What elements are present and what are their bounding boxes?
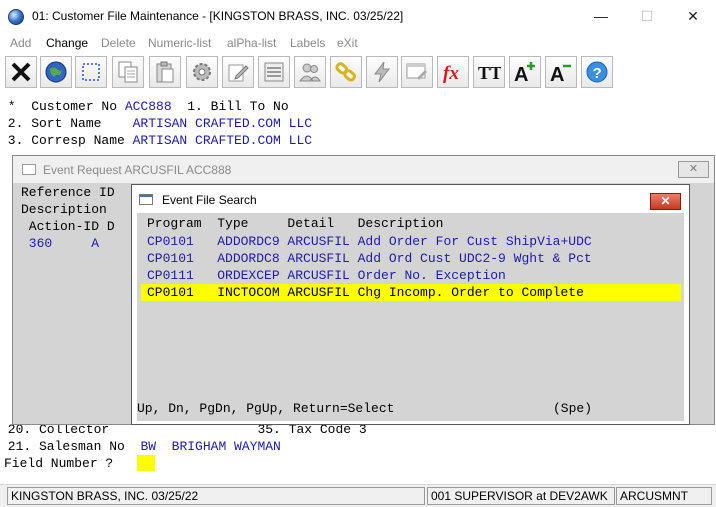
- link-button[interactable]: [330, 56, 362, 88]
- event-file-search-dialog: Event File Search ✕ Program Type Detail …: [131, 184, 690, 425]
- title-bar: 01: Customer File Maintenance - [KINGSTO…: [0, 0, 716, 33]
- users-button[interactable]: [294, 56, 326, 88]
- search-result-row[interactable]: CP0101 ADDORDC9 ARCUSFIL Add Order For C…: [141, 233, 681, 250]
- font-size-button[interactable]: TT: [473, 56, 505, 88]
- help-icon: ?: [586, 61, 608, 83]
- list-button[interactable]: [258, 56, 290, 88]
- window-title: 01: Customer File Maintenance - [KINGSTO…: [32, 9, 404, 23]
- reference-id-label: Reference ID: [21, 185, 115, 200]
- copy-button[interactable]: [112, 56, 144, 88]
- close-x-icon: [11, 62, 31, 82]
- minimize-button[interactable]: —: [578, 0, 624, 33]
- settings-button[interactable]: [186, 56, 218, 88]
- action-id-value: 360: [21, 236, 53, 251]
- event-request-close-button[interactable]: ✕: [678, 161, 709, 178]
- edit-button[interactable]: [222, 56, 254, 88]
- event-file-search-title: Event File Search: [162, 193, 257, 207]
- event-file-search-body: Program Type Detail Description CP0101 A…: [137, 213, 684, 421]
- select-rect-button[interactable]: [75, 56, 107, 88]
- globe-button[interactable]: [40, 56, 72, 88]
- menu-change[interactable]: Change: [46, 36, 88, 50]
- action-id-header: Action-ID D: [21, 219, 115, 234]
- close-window-button[interactable]: ✕: [670, 0, 716, 33]
- window-edit-button[interactable]: [401, 56, 433, 88]
- font-decrease-button[interactable]: A: [545, 56, 577, 88]
- event-file-search-titlebar: Event File Search ✕: [132, 185, 689, 213]
- action-id-row: 360 A: [21, 236, 99, 252]
- toolbar: fx TT A A ?: [0, 54, 716, 92]
- window-icon: [139, 194, 153, 205]
- close-x-button[interactable]: [5, 56, 37, 88]
- globe-icon: [45, 61, 67, 83]
- paste-button[interactable]: [149, 56, 181, 88]
- search-result-row-selected[interactable]: CP0101 INCTOCOM ARCUSFIL Chg Incomp. Ord…: [141, 284, 681, 301]
- bill-to-label: 1. Bill To No: [171, 99, 289, 114]
- event-request-titlebar: Event Request ARCUSFIL ACC888 ✕: [13, 156, 714, 183]
- menu-labels[interactable]: Labels: [290, 36, 325, 50]
- font-increase-button[interactable]: A: [509, 56, 541, 88]
- event-file-search-close-button[interactable]: ✕: [650, 193, 681, 210]
- sort-name-value: ARTISAN CRAFTED.COM LLC: [132, 116, 313, 131]
- select-rect-icon: [82, 63, 100, 81]
- customer-no-value: ACC888: [124, 99, 172, 114]
- search-footer-keys: Up, Dn, PgDn, PgUp, Return=Select: [137, 401, 395, 416]
- app-globe-icon: [8, 9, 24, 25]
- edit-icon: [228, 64, 249, 82]
- search-footer-spec: (Spe): [553, 401, 592, 417]
- customer-no-line: * Customer No ACC888 1. Bill To No: [0, 99, 289, 115]
- svg-text:?: ?: [593, 65, 602, 82]
- customer-no-label: * Customer No: [0, 99, 125, 114]
- status-program: ARCUSMNT: [616, 487, 712, 505]
- paste-icon: [156, 61, 174, 83]
- svg-text:A: A: [514, 64, 528, 84]
- field-number-prompt: Field Number ?: [4, 456, 114, 471]
- menu-add[interactable]: Add: [10, 36, 31, 50]
- link-icon: [335, 62, 357, 82]
- gear-icon: [193, 63, 211, 81]
- menu-bar: Add Change Delete Numeric-list alPha-lis…: [0, 33, 716, 53]
- function-button[interactable]: fx: [437, 56, 469, 88]
- svg-text:TT: TT: [478, 63, 501, 83]
- salesman-label: 21. Salesman No: [0, 439, 141, 454]
- description-label: Description: [21, 202, 107, 217]
- lightning-icon: [374, 61, 391, 83]
- sort-name-label: 2. Sort Name: [0, 116, 133, 131]
- svg-text:fx: fx: [443, 63, 459, 84]
- status-bar: KINGSTON BRASS, INC. 03/25/22 001 SUPERV…: [0, 484, 716, 507]
- lightning-button[interactable]: [366, 56, 398, 88]
- maximize-button[interactable]: ☐: [624, 0, 670, 33]
- status-user: 001 SUPERVISOR at DEV2AWK: [427, 487, 615, 505]
- window-icon: [22, 164, 36, 175]
- window-edit-icon: [406, 63, 427, 80]
- search-result-row[interactable]: CP0101 ADDORDC8 ARCUSFIL Add Ord Cust UD…: [141, 250, 681, 267]
- menu-numeric-list[interactable]: Numeric-list: [148, 36, 211, 50]
- menu-exit[interactable]: eXit: [337, 36, 358, 50]
- salesman-value: BW BRIGHAM WAYMAN: [140, 439, 281, 454]
- salesman-line: 21. Salesman No BW BRIGHAM WAYMAN: [0, 439, 281, 455]
- field-number-input[interactable]: [137, 455, 155, 471]
- font-decrease-icon: A: [550, 64, 571, 84]
- list-icon: [264, 62, 284, 82]
- sort-name-line: 2. Sort Name ARTISAN CRAFTED.COM LLC: [0, 116, 312, 132]
- svg-text:A: A: [550, 64, 564, 84]
- event-request-title: Event Request ARCUSFIL ACC888: [43, 163, 232, 177]
- corresp-name-label: 3. Corresp Name: [0, 133, 133, 148]
- search-column-header: Program Type Detail Description: [147, 216, 444, 231]
- font-increase-icon: A: [514, 62, 535, 84]
- action-desc-value: A: [52, 236, 100, 251]
- fx-icon: fx: [443, 63, 459, 84]
- spec-label: (Spe): [553, 401, 593, 416]
- corresp-name-line: 3. Corresp Name ARTISAN CRAFTED.COM LLC: [0, 133, 312, 149]
- menu-delete[interactable]: Delete: [101, 36, 136, 50]
- corresp-name-value: ARTISAN CRAFTED.COM LLC: [132, 133, 313, 148]
- copy-icon: [118, 61, 138, 83]
- status-company: KINGSTON BRASS, INC. 03/25/22: [7, 487, 425, 505]
- search-result-row[interactable]: CP0111 ORDEXCEP ARCUSFIL Order No. Excep…: [141, 267, 681, 284]
- menu-alpha-list[interactable]: alPha-list: [227, 36, 276, 50]
- font-size-icon: TT: [478, 63, 501, 83]
- help-button[interactable]: ?: [581, 56, 613, 88]
- users-icon: [299, 63, 321, 82]
